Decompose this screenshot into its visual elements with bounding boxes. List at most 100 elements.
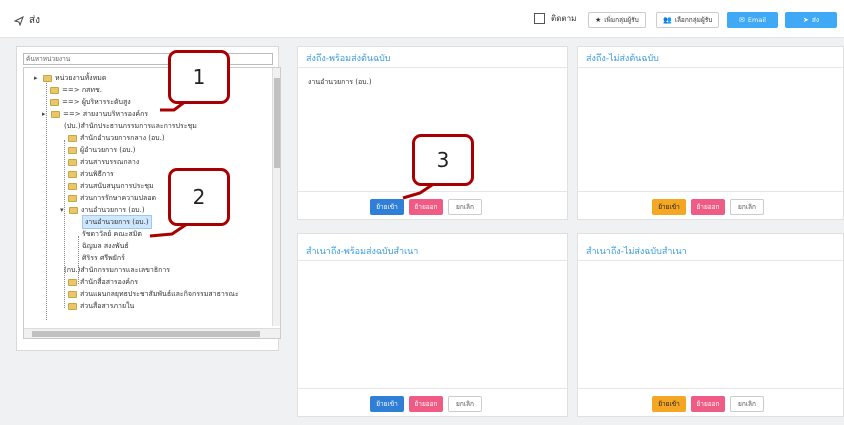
move-in-button[interactable]: ย้ายเข้า: [370, 396, 404, 412]
copy-to-without-copy-card: สำเนาถึง-ไม่ส่งฉบับสำเนา ย้ายเข้า ย้ายออ…: [577, 233, 844, 417]
send-icon: [14, 15, 24, 26]
tree-node[interactable]: (ปบ.)สำนักประธานกรรมการและการประชุม: [64, 120, 197, 132]
tree-node[interactable]: รัชดาวัลย์ คณะสมิต: [82, 228, 142, 240]
tree-node-label: ฉิญมล สงงพันธ์: [82, 242, 129, 250]
send-to-with-original-card: ส่งถึง-พร้อมส่งต้นฉบับ งานอำนวยการ (อบ.)…: [297, 46, 568, 220]
folder-icon: [68, 134, 77, 142]
tree-node[interactable]: สำนักอำนวยการกลาง (อบ.): [68, 132, 165, 144]
email-label: Email: [747, 16, 766, 24]
send-label: ส่ง: [811, 16, 820, 24]
move-out-button[interactable]: ย้ายออก: [409, 199, 443, 215]
tree-node[interactable]: ส่วนสนับสนุนการประชุม: [68, 180, 154, 192]
select-recipient-group-label: เลือกกลุ่มผู้รับ: [674, 16, 713, 24]
tree-container: ▸ หน่วยงานทั้งหมด ==> กสทช. ==> ผู้บริหาร…: [23, 67, 287, 389]
tree-node[interactable]: ฉิญมล สงงพันธ์: [82, 240, 129, 252]
folder-icon: [68, 194, 77, 202]
folder-icon: [69, 206, 78, 214]
tree-node[interactable]: สำนักสื่อสารองค์กร: [68, 276, 138, 288]
move-out-button[interactable]: ย้ายออก: [409, 396, 443, 412]
envelope-icon: ✉: [739, 16, 745, 24]
card-list-item[interactable]: งานอำนวยการ (อบ.): [308, 77, 372, 88]
move-in-button[interactable]: ย้ายเข้า: [652, 396, 686, 412]
cancel-button[interactable]: ยกเลิก: [730, 199, 764, 215]
tree-node[interactable]: ==> ผู้บริหารระดับสูง: [50, 96, 131, 108]
move-in-button[interactable]: ย้ายเข้า: [652, 199, 686, 215]
folder-icon: [68, 278, 77, 286]
tree-node-label: ส่วนพิธีการ: [80, 170, 114, 178]
cancel-button[interactable]: ยกเลิก: [730, 396, 764, 412]
folder-icon: [68, 182, 77, 190]
tree-node[interactable]: ส่วนพิธีการ: [68, 168, 114, 180]
follow-checkbox[interactable]: ติดตาม: [534, 12, 576, 25]
tree-list: ▸ หน่วยงานทั้งหมด ==> กสทช. ==> ผู้บริหาร…: [23, 67, 281, 339]
folder-icon: [43, 74, 52, 82]
scroll-thumb[interactable]: [32, 331, 260, 337]
select-recipient-group-button[interactable]: 👥 เลือกกลุ่มผู้รับ: [656, 12, 720, 28]
tree-node-label: ส่วนการรักษาความปลอด: [80, 194, 157, 202]
tree-node[interactable]: ส่วนสารบรรณกลาง: [68, 156, 139, 168]
tree-search-input[interactable]: ค้นหาหน่วยงาน: [23, 53, 273, 65]
callout-3: 3: [412, 134, 474, 186]
page-title-text: ส่ง: [29, 15, 40, 26]
organization-tree-panel: ค้นหาหน่วยงาน ▸ หน่วยงานทั้งหมด ==> กสทช.…: [16, 46, 281, 351]
folder-icon: [50, 98, 59, 106]
tree-node[interactable]: ผู้อำนวยการ (อบ.): [68, 144, 136, 156]
callout-2: 2: [168, 168, 230, 226]
folder-icon: [68, 290, 77, 298]
tree-node[interactable]: ▸ ==> สายงานบริหารองค์กร: [42, 108, 148, 120]
folder-icon: [68, 146, 77, 154]
tree-node[interactable]: ==> กสทช.: [50, 84, 102, 96]
tree-node-label: ผู้อำนวยการ (อบ.): [80, 146, 136, 154]
tree-node-label: ส่วนแผนกลยุทธประชาสัมพันธ์และกิจกรรมสาธา…: [80, 290, 239, 298]
tree-node[interactable]: ส่วนแผนกลยุทธประชาสัมพันธ์และกิจกรรมสาธา…: [68, 288, 239, 300]
tree-node-label: สำนักสื่อสารองค์กร: [80, 278, 138, 286]
tree-node[interactable]: (กบ.)สำนักกรรมการและเลขาธิการ: [64, 264, 170, 276]
tree-node[interactable]: ส่วนการรักษาความปลอด: [68, 192, 156, 204]
tree-node[interactable]: ส่วนสื่อสารภายใน: [68, 300, 134, 312]
scroll-thumb[interactable]: [274, 78, 280, 168]
tree-node-selected[interactable]: งานอำนวยการ (อบ.): [82, 215, 152, 229]
send-button[interactable]: ➤ ส่ง: [785, 12, 837, 28]
card-title: ส่งถึง-พร้อมส่งต้นฉบับ: [306, 54, 391, 64]
card-title: สำเนาถึง-ไม่ส่งฉบับสำเนา: [586, 247, 687, 257]
copy-to-with-copy-card: สำเนาถึง-พร้อมส่งฉบับสำเนา ย้ายเข้า ย้าย…: [297, 233, 568, 417]
add-recipient-group-button[interactable]: ★ เพิ่มกลุ่มผู้รับ: [588, 12, 646, 28]
tree-node-label: ==> ผู้บริหารระดับสูง: [62, 98, 131, 106]
card-title: ส่งถึง-ไม่ส่งต้นฉบับ: [586, 54, 659, 64]
move-out-button[interactable]: ย้ายออก: [691, 396, 725, 412]
tree-node-label: ==> สายงานบริหารองค์กร: [63, 110, 149, 118]
tree-node-label: (กบ.)สำนักกรรมการและเลขาธิการ: [64, 266, 171, 274]
tree-node-label: หน่วยงานทั้งหมด: [55, 74, 107, 82]
tree-node-label: รัชดาวัลย์ คณะสมิต: [82, 230, 142, 238]
tree-node-label: (ปบ.)สำนักประธานกรรมการและการประชุม: [64, 122, 197, 130]
cancel-button[interactable]: ยกเลิก: [448, 396, 482, 412]
checkbox-box[interactable]: [534, 13, 545, 24]
folder-icon: [51, 110, 60, 118]
callout-1: 1: [168, 50, 230, 104]
email-button[interactable]: ✉ Email: [727, 12, 778, 28]
move-in-button[interactable]: ย้ายเข้า: [370, 199, 404, 215]
page-title: ส่ง: [14, 13, 40, 28]
tree-node-label: งานอำนวยการ (อบ.): [82, 215, 152, 229]
tree-node-label: ศิริรร ศรีพยักร์: [82, 254, 125, 262]
folder-icon: [68, 302, 77, 310]
folder-icon: [50, 86, 59, 94]
folder-icon: [68, 158, 77, 166]
tree-node-label: ส่วนสนับสนุนการประชุม: [80, 182, 154, 190]
follow-label: ติดตาม: [551, 14, 577, 23]
tree-node-label: ==> กสทช.: [62, 86, 102, 94]
move-out-button[interactable]: ย้ายออก: [691, 199, 725, 215]
add-recipient-group-label: เพิ่มกลุ่มผู้รับ: [604, 16, 639, 24]
tree-vertical-scrollbar[interactable]: [272, 68, 280, 326]
send-to-without-original-card: ส่งถึง-ไม่ส่งต้นฉบับ ย้ายเข้า ย้ายออก ยก…: [577, 46, 844, 220]
send-icon: ➤: [802, 16, 809, 24]
tree-node[interactable]: ศิริรร ศรีพยักร์: [82, 252, 125, 264]
star-icon: ★: [595, 16, 602, 24]
tree-node-label: ส่วนสารบรรณกลาง: [80, 158, 140, 166]
tree-node[interactable]: ▸ หน่วยงานทั้งหมด: [34, 72, 106, 84]
tree-horizontal-scrollbar[interactable]: [24, 328, 280, 338]
tree-node-label: ส่วนสื่อสารภายใน: [80, 302, 135, 310]
users-icon: 👥: [663, 16, 672, 24]
top-bar: ส่ง ติดตาม ★ เพิ่มกลุ่มผู้รับ 👥 เลือกกลุ…: [0, 0, 844, 38]
cancel-button[interactable]: ยกเลิก: [448, 199, 482, 215]
